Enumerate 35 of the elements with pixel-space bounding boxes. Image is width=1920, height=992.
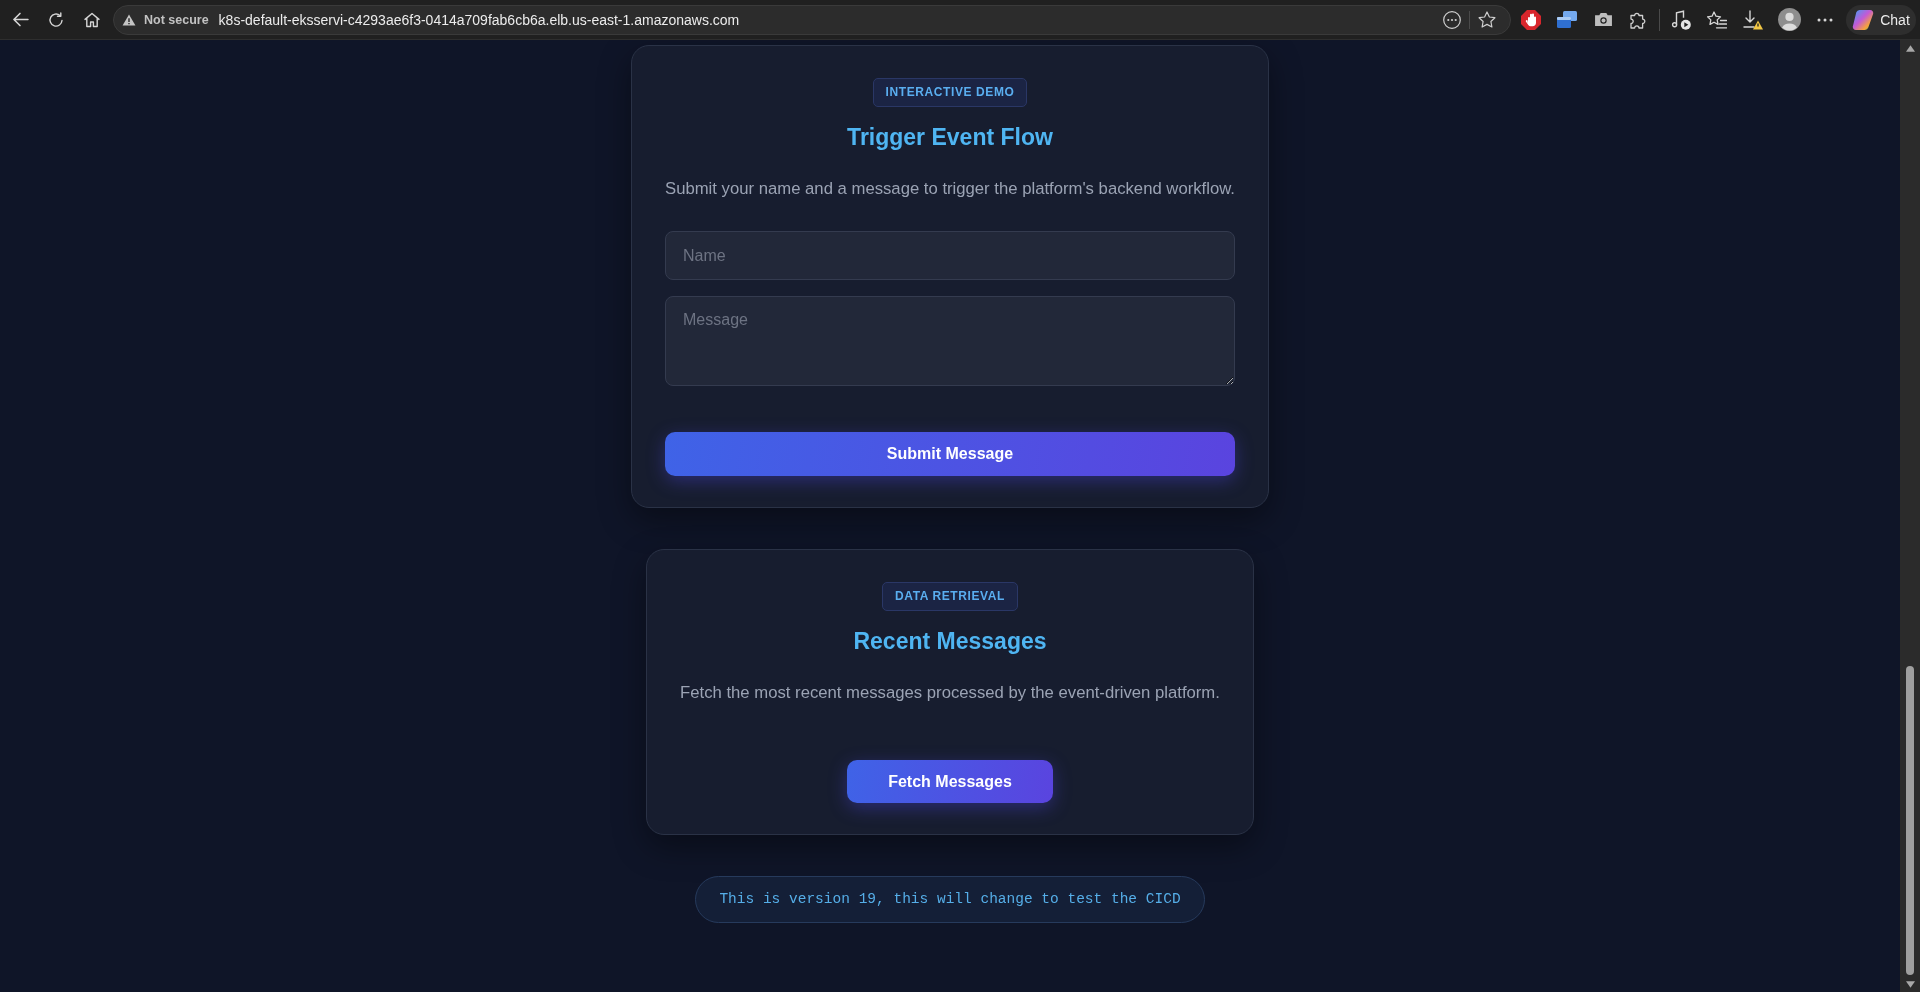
back-icon[interactable] <box>11 12 29 27</box>
section-badge: DATA RETRIEVAL <box>882 582 1018 611</box>
scrollbar[interactable] <box>1900 40 1920 992</box>
section-badge: INTERACTIVE DEMO <box>872 78 1028 107</box>
scroll-down-icon[interactable] <box>1905 981 1915 988</box>
card-title: Recent Messages <box>853 627 1047 655</box>
stacked-windows-icon[interactable] <box>1557 11 1577 28</box>
scroll-up-icon[interactable] <box>1905 45 1915 52</box>
music-play-icon[interactable] <box>1671 9 1691 30</box>
submit-button[interactable]: Submit Message <box>665 432 1235 476</box>
security-label: Not secure <box>144 12 209 27</box>
warning-icon <box>122 13 136 26</box>
more-icon[interactable] <box>1817 17 1833 22</box>
dots-circle-icon[interactable] <box>1443 10 1461 29</box>
chat-logo-icon <box>1852 9 1875 30</box>
address-bar[interactable]: Not secure k8s-default-eksservi-c4293ae6f3-0414a709fab6cb6a.elb.us-east-1.amazonaws.com <box>113 4 1511 35</box>
puzzle-icon[interactable] <box>1630 10 1648 29</box>
chat-button[interactable]: Chat <box>1846 4 1916 35</box>
star-icon[interactable] <box>1478 10 1496 29</box>
text-input[interactable]: Name <box>665 231 1235 280</box>
star-list-icon[interactable] <box>1707 10 1727 29</box>
url-text: k8s-default-eksservi-c4293ae6f3-0414a709fab6cb6a.elb.us-east-1.amazonaws.com <box>218 11 740 28</box>
text-area[interactable]: Message <box>665 296 1235 386</box>
avatar-icon[interactable] <box>1777 8 1801 31</box>
download-warning-icon[interactable] <box>1743 9 1763 30</box>
card-description: Fetch the most recent messages processed by the event-driven platform. <box>680 682 1220 704</box>
version-note: This is version 19, this will change to test the CICD <box>695 876 1205 923</box>
camera-icon[interactable] <box>1593 12 1613 27</box>
stop-hand-icon[interactable] <box>1521 9 1541 30</box>
home-icon[interactable] <box>84 11 100 28</box>
card-description: Submit your name and a message to trigger the platform's backend workflow. <box>665 178 1235 200</box>
fetch-button[interactable]: Fetch Messages <box>847 760 1053 803</box>
refresh-icon[interactable] <box>48 11 64 28</box>
card-title: Trigger Event Flow <box>847 123 1053 151</box>
scroll-thumb[interactable] <box>1906 666 1914 975</box>
